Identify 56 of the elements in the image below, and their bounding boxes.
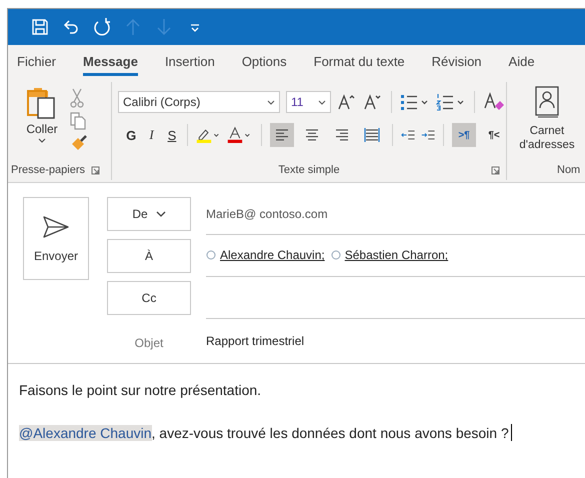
body-paragraph: Faisons le point sur notre présentation. (19, 382, 262, 398)
style-button[interactable]: S (164, 128, 180, 142)
to-field[interactable]: Alexandre Chauvin; Sébastien Charron; (206, 238, 585, 277)
dialog-launcher-icon[interactable] (491, 166, 500, 174)
bullet-list-icon[interactable] (400, 93, 430, 111)
ribbon-tab[interactable]: Insertion (164, 50, 215, 76)
ribbon-tab[interactable]: Format du texte (314, 50, 405, 76)
font-dropdown[interactable]: Calibri (Corps) (118, 91, 280, 113)
text-direction-button[interactable]: >¶ (452, 123, 476, 147)
align-left-icon[interactable] (270, 123, 294, 147)
caret-icon (318, 100, 326, 104)
ribbon-tab[interactable]: Aide (508, 50, 535, 76)
dialog-launcher-icon[interactable] (90, 166, 100, 174)
font-size-dropdown[interactable]: 11 (286, 91, 331, 113)
text-direction-button[interactable]: ¶< (482, 123, 506, 147)
increase-indent-icon[interactable] (420, 128, 436, 142)
grow-font-icon[interactable] (337, 93, 357, 111)
mention-link[interactable]: @Alexandre Chauvin (19, 425, 152, 441)
presence-icon (330, 250, 341, 260)
ribbon-tab[interactable]: Révision (432, 50, 482, 76)
presence-icon (206, 250, 216, 260)
from-button[interactable]: De (107, 197, 191, 231)
group-label: Nom (557, 164, 580, 176)
contact-card-icon (534, 86, 560, 118)
sender-address: MarieB@ contoso.com (206, 206, 328, 220)
paintbrush-icon[interactable] (70, 134, 88, 152)
ribbon-tab[interactable]: Options (242, 50, 287, 76)
body-paragraph: @Alexandre Chauvin, avez-vous trouvé les données dont nous avons besoin ? (19, 424, 585, 441)
ribbon-tab[interactable]: Message (83, 50, 138, 76)
shrink-font-icon[interactable] (363, 93, 383, 111)
text-cursor (510, 424, 512, 441)
ribbon-tab[interactable]: Fichier (17, 50, 56, 76)
recipient-name[interactable]: Alexandre Chauvin; (220, 248, 325, 262)
subject-field[interactable]: Rapport trimestriel (206, 334, 304, 348)
caret-icon (267, 100, 275, 104)
chevron-down-icon (156, 211, 166, 217)
clipboard-icon (26, 86, 58, 120)
recipient-name[interactable]: Sébastien Charron; (344, 248, 448, 262)
send-button[interactable]: Envoyer (23, 197, 89, 280)
cc-button[interactable]: Cc (107, 280, 191, 314)
clear-formatting-icon[interactable] (483, 92, 505, 112)
save-icon[interactable] (30, 17, 50, 37)
paste-button[interactable]: Coller (26, 86, 58, 158)
group-label: Presse-papiers (11, 164, 85, 176)
scissors-icon[interactable] (70, 88, 84, 108)
subject-label: Objet (134, 336, 164, 350)
address-book-button[interactable]: Carnet d'adresses (513, 86, 581, 160)
send-icon (42, 214, 70, 238)
style-button[interactable]: I (144, 127, 159, 143)
style-button[interactable]: G (124, 128, 138, 142)
group-label: Texte simple (278, 164, 340, 176)
caret-icon (38, 138, 46, 143)
to-button[interactable]: À (107, 238, 191, 273)
numbered-list-icon[interactable] (436, 93, 466, 111)
decrease-indent-icon[interactable] (400, 128, 415, 142)
redo-icon[interactable] (92, 17, 112, 37)
